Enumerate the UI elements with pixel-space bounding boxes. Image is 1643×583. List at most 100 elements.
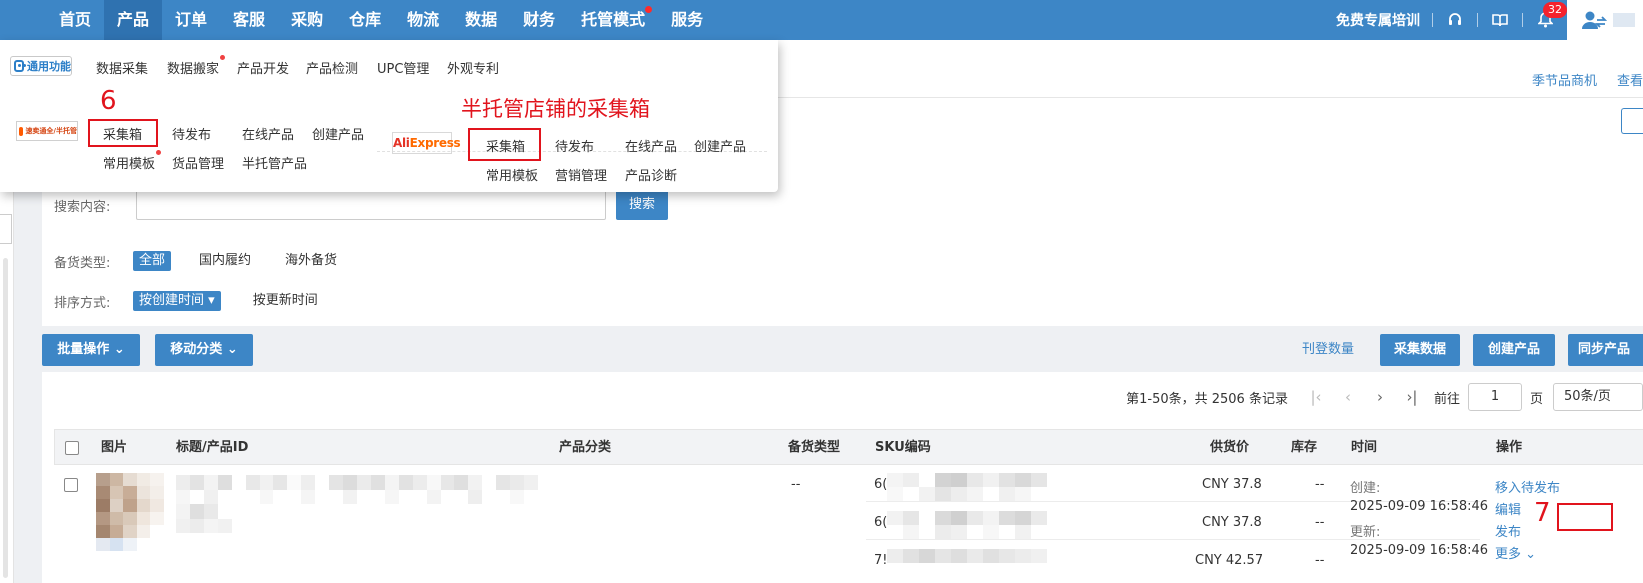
page-number-input[interactable]: 1: [1467, 383, 1522, 411]
sort-by-created[interactable]: 按创建时间 ▾: [133, 291, 221, 311]
menu-product-inspection[interactable]: 产品检测: [306, 58, 358, 77]
row-checkbox[interactable]: [64, 478, 78, 492]
more-link[interactable]: 更多 ⌄: [1495, 543, 1536, 562]
last-page-icon[interactable]: ›|: [1396, 388, 1428, 406]
panel-collapse-button[interactable]: [1621, 108, 1643, 134]
nav-data[interactable]: 数据: [452, 0, 510, 40]
col-category: 产品分类: [559, 440, 612, 455]
sidebar-input-edge[interactable]: [0, 214, 12, 244]
nav-orders[interactable]: 订单: [162, 0, 220, 40]
sku-blurred: [887, 549, 1047, 577]
book-icon[interactable]: [1478, 0, 1522, 40]
search-label: 搜索内容:: [54, 199, 111, 215]
nav-warehouse[interactable]: 仓库: [336, 0, 394, 40]
batch-operations-label: 批量操作: [57, 342, 110, 357]
first-page-icon[interactable]: |‹: [1300, 388, 1332, 406]
menu-semi-hosted-products[interactable]: 半托管产品: [242, 153, 307, 172]
col-time: 时间: [1351, 440, 1378, 455]
search-row: 搜索内容: 搜索: [54, 190, 669, 220]
nav-hosting-mode[interactable]: 托管模式: [568, 0, 658, 40]
menu-ali-marketing[interactable]: 营销管理: [555, 165, 607, 184]
col-stock-type: 备货类型: [788, 440, 841, 455]
view-link[interactable]: 查看: [1617, 70, 1643, 89]
menu-hosted-pending[interactable]: 待发布: [172, 124, 211, 143]
col-inventory: 库存: [1291, 440, 1318, 455]
aliexpress-logo: AliExpress: [392, 132, 461, 154]
sort-by-updated[interactable]: 按更新时间: [247, 291, 324, 311]
sync-product-button[interactable]: 同步产品: [1568, 334, 1643, 366]
select-all-checkbox[interactable]: [65, 441, 79, 455]
menu-upc-management[interactable]: UPC管理: [377, 58, 429, 77]
menu-goods-management[interactable]: 货品管理: [172, 153, 224, 172]
page-size-select[interactable]: 50条/页: [1553, 383, 1643, 411]
prev-page-icon[interactable]: ‹: [1332, 388, 1364, 406]
menu-ali-online-products[interactable]: 在线产品: [625, 136, 677, 155]
caret-down-icon: ▾: [208, 293, 215, 308]
menu-ali-diagnosis[interactable]: 产品诊断: [625, 165, 677, 184]
stock-option-all[interactable]: 全部: [133, 251, 172, 271]
menu-hosted-templates[interactable]: 常用模板: [103, 153, 155, 172]
search-input[interactable]: [136, 190, 606, 220]
bell-icon[interactable]: 32: [1523, 0, 1567, 40]
menu-data-migration[interactable]: 数据搬家: [167, 58, 219, 77]
highlight-edit-link: [1557, 503, 1613, 531]
user-menu[interactable]: [1567, 0, 1643, 40]
menu-data-collection[interactable]: 数据采集: [96, 58, 148, 77]
next-page-icon[interactable]: ›: [1364, 388, 1396, 406]
menu-design-patent[interactable]: 外观专利: [447, 58, 499, 77]
stock-type-label: 备货类型:: [54, 255, 111, 271]
stock-option-overseas[interactable]: 海外备货: [279, 251, 343, 271]
new-dot: [156, 150, 161, 155]
sidebar-scrollbar[interactable]: [3, 258, 8, 578]
nav-products[interactable]: 产品: [104, 0, 163, 40]
step-7-annotation: 7: [1534, 498, 1551, 528]
action-bar: 批量操作 ⌄ 移动分类 ⌄ 刊登数量 采集数据 创建产品 同步产品: [42, 326, 1643, 372]
half-hosted-annotation: 半托管店铺的采集箱: [461, 97, 650, 121]
stock-option-domestic[interactable]: 国内履约: [193, 251, 257, 271]
menu-hosted-create-product[interactable]: 创建产品: [312, 124, 364, 143]
sku-code: 6(: [874, 515, 888, 530]
supply-price: CNY 37.8: [1202, 477, 1262, 492]
inventory-value: --: [1315, 515, 1325, 530]
collect-data-button[interactable]: 采集数据: [1380, 334, 1460, 366]
edit-link[interactable]: 编辑: [1495, 499, 1521, 518]
stock-type-row: 备货类型: 全部 国内履约 海外备货: [54, 251, 365, 271]
pagination: 第1-50条，共 2506 条记录 |‹ ‹ › ›| 前往 1 页 50条/页: [1126, 382, 1643, 412]
seasonal-opportunity-link[interactable]: 季节品商机: [1532, 70, 1597, 89]
top-navigation-bar: 首页 产品 订单 客服 采购 仓库 物流 数据 财务 托管模式 服务 免费专属培…: [0, 0, 1643, 40]
chevron-down-icon: ⌄: [226, 342, 238, 357]
menu-product-development[interactable]: 产品开发: [237, 58, 289, 77]
create-product-button[interactable]: 创建产品: [1473, 334, 1555, 366]
search-button[interactable]: 搜索: [616, 190, 669, 220]
top-right-tools: 免费专属培训 32: [1324, 0, 1643, 40]
menu-ali-create-product[interactable]: 创建产品: [694, 136, 746, 155]
created-label: 创建:: [1350, 481, 1381, 496]
more-link-label: 更多: [1495, 547, 1522, 562]
menu-hosted-online-products[interactable]: 在线产品: [242, 124, 294, 143]
nav-customer-service[interactable]: 客服: [220, 0, 278, 40]
move-category-button[interactable]: 移动分类 ⌄: [155, 334, 253, 366]
divider: [866, 539, 1480, 540]
listing-count-link[interactable]: 刊登数量: [1302, 334, 1354, 366]
sku-blurred: [887, 511, 1047, 539]
chevron-down-icon: ⌄: [113, 342, 125, 357]
nav-logistics[interactable]: 物流: [394, 0, 452, 40]
nav-finance[interactable]: 财务: [510, 0, 568, 40]
goto-label: 前往: [1433, 391, 1460, 407]
product-table: 图片 标题/产品ID 产品分类 备货类型 SKU编码 供货价 库存 时间 操作: [54, 429, 1643, 583]
nav-home[interactable]: 首页: [46, 0, 104, 40]
general-functions-label: 通用功能: [27, 60, 71, 73]
inventory-value: --: [1315, 553, 1325, 568]
menu-ali-templates[interactable]: 常用模板: [486, 165, 538, 184]
page-unit-label: 页: [1529, 391, 1543, 407]
product-thumbnail[interactable]: [96, 473, 164, 551]
new-dot: [645, 6, 653, 13]
move-to-pending-link[interactable]: 移入待发布: [1495, 477, 1560, 496]
nav-services[interactable]: 服务: [658, 0, 716, 40]
menu-ali-pending[interactable]: 待发布: [555, 136, 594, 155]
free-training-link[interactable]: 免费专属培训: [1324, 10, 1432, 30]
publish-link[interactable]: 发布: [1495, 521, 1521, 540]
nav-purchase[interactable]: 采购: [278, 0, 336, 40]
batch-operations-button[interactable]: 批量操作 ⌄: [42, 334, 140, 366]
headset-icon[interactable]: [1433, 0, 1477, 40]
